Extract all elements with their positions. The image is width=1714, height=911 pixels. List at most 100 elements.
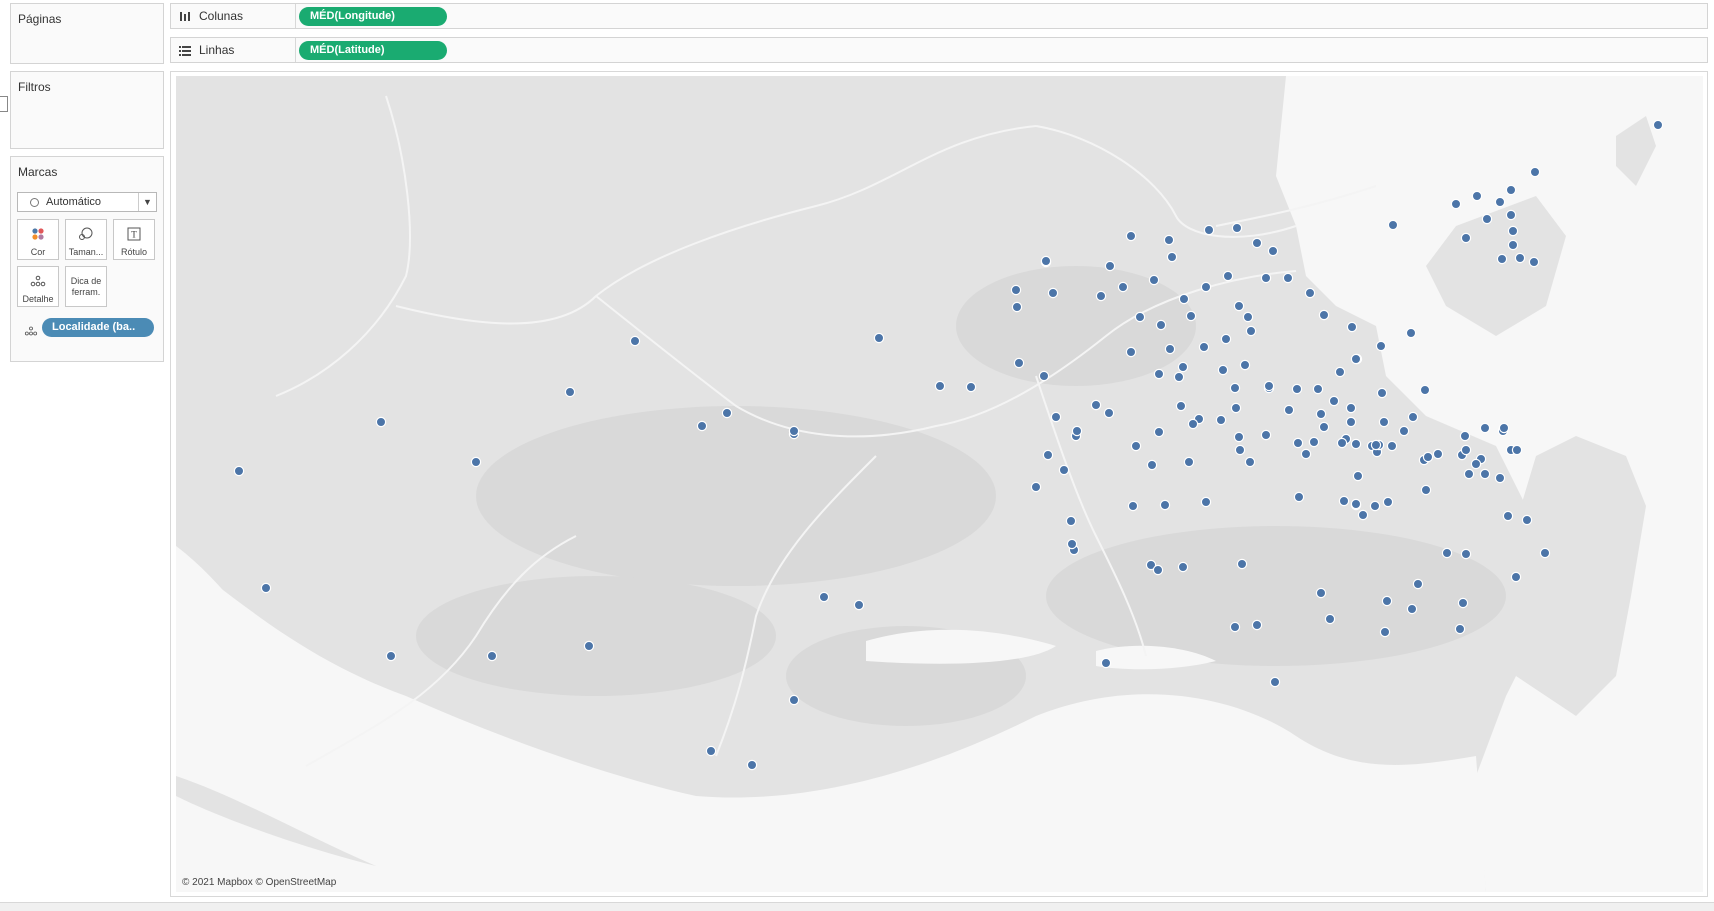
- map-point[interactable]: [696, 420, 708, 432]
- map-point[interactable]: [1510, 571, 1522, 583]
- map-point[interactable]: [1260, 272, 1272, 284]
- map-point[interactable]: [1066, 538, 1078, 550]
- map-point[interactable]: [1457, 597, 1469, 609]
- map-point[interactable]: [1203, 224, 1215, 236]
- map-point[interactable]: [1454, 623, 1466, 635]
- map-point[interactable]: [1336, 437, 1348, 449]
- map-point[interactable]: [1269, 676, 1281, 688]
- map-point[interactable]: [583, 640, 595, 652]
- map-point[interactable]: [1159, 499, 1171, 511]
- map-point[interactable]: [1521, 514, 1533, 526]
- map-point[interactable]: [1125, 346, 1137, 358]
- map-point[interactable]: [1038, 370, 1050, 382]
- map-point[interactable]: [233, 465, 245, 477]
- map-point[interactable]: [1058, 464, 1070, 476]
- map-point[interactable]: [1233, 300, 1245, 312]
- map-point[interactable]: [1345, 402, 1357, 414]
- map-point[interactable]: [1267, 245, 1279, 257]
- map-point[interactable]: [1502, 510, 1514, 522]
- map-point[interactable]: [1318, 421, 1330, 433]
- map-point[interactable]: [1233, 431, 1245, 443]
- map-point[interactable]: [1507, 225, 1519, 237]
- map-point[interactable]: [1511, 444, 1523, 456]
- map-point[interactable]: [1117, 281, 1129, 293]
- map-point[interactable]: [1065, 515, 1077, 527]
- map-point[interactable]: [1282, 272, 1294, 284]
- map-point[interactable]: [1350, 498, 1362, 510]
- map-point[interactable]: [1245, 325, 1257, 337]
- map-point[interactable]: [1378, 416, 1390, 428]
- map-point[interactable]: [1441, 547, 1453, 559]
- map-point[interactable]: [1507, 239, 1519, 251]
- filters-card[interactable]: Filtros: [10, 71, 164, 149]
- map-point[interactable]: [1104, 260, 1116, 272]
- map-point[interactable]: [1505, 184, 1517, 196]
- map-point[interactable]: [564, 386, 576, 398]
- map-point[interactable]: [1251, 619, 1263, 631]
- localidade-detail-pill[interactable]: Localidade (ba..: [42, 318, 154, 337]
- map-point[interactable]: [1222, 270, 1234, 282]
- map-point[interactable]: [1236, 558, 1248, 570]
- map-point[interactable]: [1095, 290, 1107, 302]
- map-point[interactable]: [1318, 309, 1330, 321]
- map-point[interactable]: [1178, 293, 1190, 305]
- map-point[interactable]: [1352, 470, 1364, 482]
- map-point[interactable]: [965, 381, 977, 393]
- map-point[interactable]: [1479, 468, 1491, 480]
- map-point[interactable]: [1291, 383, 1303, 395]
- map-point[interactable]: [1387, 219, 1399, 231]
- map-point[interactable]: [1187, 418, 1199, 430]
- map-point[interactable]: [1100, 657, 1112, 669]
- map-point[interactable]: [1412, 578, 1424, 590]
- map-point[interactable]: [1047, 287, 1059, 299]
- map-point[interactable]: [1312, 383, 1324, 395]
- map-point[interactable]: [1164, 343, 1176, 355]
- map-point[interactable]: [1379, 626, 1391, 638]
- pages-card[interactable]: Páginas: [10, 3, 164, 64]
- map-point[interactable]: [1134, 311, 1146, 323]
- map-point[interactable]: [1163, 234, 1175, 246]
- map-point[interactable]: [1459, 430, 1471, 442]
- map-point[interactable]: [1398, 425, 1410, 437]
- map-point[interactable]: [1350, 353, 1362, 365]
- label-button[interactable]: T Rótulo: [113, 219, 155, 260]
- map-point[interactable]: [1422, 451, 1434, 463]
- map-point[interactable]: [1479, 422, 1491, 434]
- map-point[interactable]: [1229, 382, 1241, 394]
- map-point[interactable]: [788, 425, 800, 437]
- map-point[interactable]: [1470, 458, 1482, 470]
- color-button[interactable]: Cor: [17, 219, 59, 260]
- map-point[interactable]: [1539, 547, 1551, 559]
- map-point[interactable]: [1304, 287, 1316, 299]
- map-point[interactable]: [629, 335, 641, 347]
- map-point[interactable]: [1498, 422, 1510, 434]
- map-point[interactable]: [1166, 251, 1178, 263]
- map-point[interactable]: [1376, 387, 1388, 399]
- map-point[interactable]: [1386, 440, 1398, 452]
- map-point[interactable]: [1011, 301, 1023, 313]
- map-point[interactable]: [1338, 495, 1350, 507]
- map-point[interactable]: [1260, 429, 1272, 441]
- map-point[interactable]: [1230, 402, 1242, 414]
- map-point[interactable]: [1183, 456, 1195, 468]
- columns-shelf[interactable]: Colunas MÉD(Longitude): [170, 3, 1708, 29]
- mark-type-dropdown[interactable]: Automático ▼: [17, 192, 157, 212]
- map-point[interactable]: [1450, 198, 1462, 210]
- map-point[interactable]: [1200, 496, 1212, 508]
- map-point[interactable]: [1155, 319, 1167, 331]
- map-point[interactable]: [1315, 408, 1327, 420]
- map-point[interactable]: [1040, 255, 1052, 267]
- map-point[interactable]: [1300, 448, 1312, 460]
- map-point[interactable]: [486, 650, 498, 662]
- map-point[interactable]: [1481, 213, 1493, 225]
- map-point[interactable]: [1177, 561, 1189, 573]
- map-point[interactable]: [1148, 274, 1160, 286]
- map-point[interactable]: [1407, 411, 1419, 423]
- map-point[interactable]: [1463, 468, 1475, 480]
- map-point[interactable]: [1229, 621, 1241, 633]
- map-point[interactable]: [1345, 416, 1357, 428]
- map-point[interactable]: [1010, 284, 1022, 296]
- map-point[interactable]: [1050, 411, 1062, 423]
- map-point[interactable]: [934, 380, 946, 392]
- map-point[interactable]: [1153, 368, 1165, 380]
